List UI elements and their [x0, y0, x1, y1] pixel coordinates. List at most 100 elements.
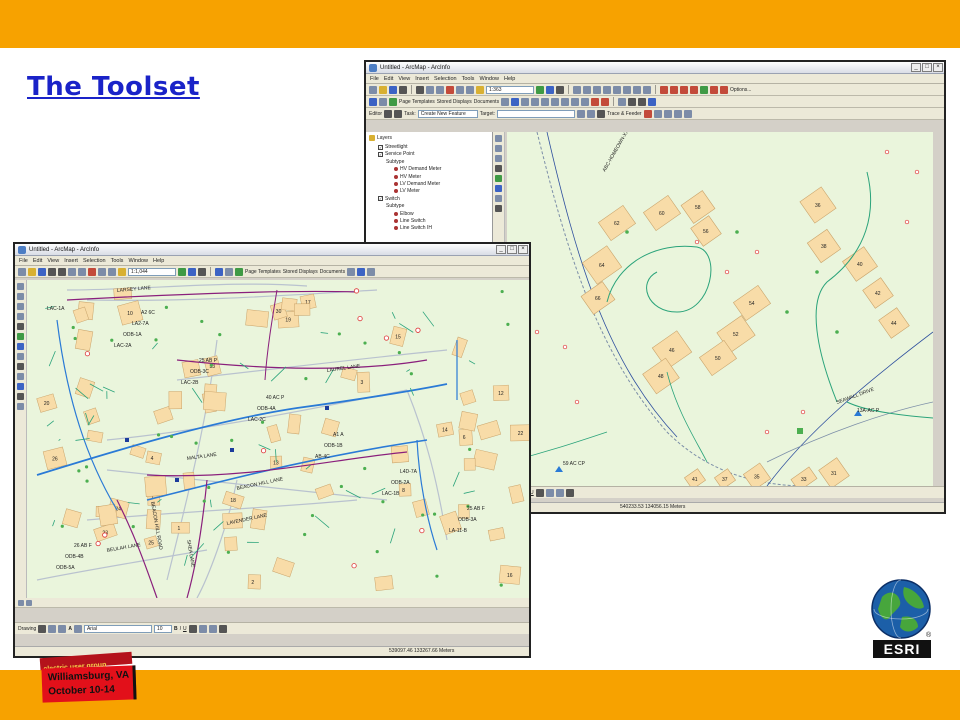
- pan-icon[interactable]: [495, 165, 502, 172]
- layout-view-icon[interactable]: [26, 599, 32, 606]
- maximize-button[interactable]: □: [507, 245, 517, 254]
- map-scale-combo[interactable]: 1:1,044: [128, 267, 176, 276]
- menu-file[interactable]: File: [370, 76, 379, 82]
- tool-icon[interactable]: [561, 97, 570, 106]
- menu-view[interactable]: View: [47, 258, 59, 264]
- map-canvas-back[interactable]: 62 60 58 56 64 66 54 52 50 46 48 36 38 40 42 44 33 31 35 37…: [507, 132, 933, 486]
- fixed-zoom-in-icon[interactable]: [17, 303, 24, 310]
- menu-insert[interactable]: Insert: [64, 258, 78, 264]
- font-color-icon[interactable]: [535, 488, 544, 497]
- toc-item[interactable]: Elbow: [394, 211, 414, 217]
- copy-icon[interactable]: [426, 85, 434, 94]
- stored-displays-button[interactable]: Stored Displays: [437, 99, 472, 105]
- undo-icon[interactable]: [456, 85, 464, 94]
- tool-icon[interactable]: [603, 85, 611, 94]
- options-button[interactable]: Options...: [730, 87, 751, 93]
- tool-icon[interactable]: [551, 97, 560, 106]
- toc-item[interactable]: ✓ Switch: [378, 196, 400, 202]
- rectangle-icon[interactable]: [58, 624, 67, 633]
- tool-icon[interactable]: [573, 85, 581, 94]
- toc-item[interactable]: Subtype: [386, 203, 404, 209]
- full-extent-icon[interactable]: [17, 333, 24, 340]
- tool-icon[interactable]: [593, 85, 601, 94]
- font-size-combo[interactable]: 10: [153, 624, 172, 633]
- line-color-icon[interactable]: [208, 624, 217, 633]
- back-extent-icon[interactable]: [495, 185, 502, 192]
- maximize-button[interactable]: □: [922, 63, 932, 72]
- menu-help[interactable]: Help: [153, 258, 164, 264]
- arctoolbox-icon[interactable]: [188, 267, 196, 276]
- tool-icon[interactable]: [235, 267, 243, 276]
- data-view-icon[interactable]: [18, 599, 24, 606]
- tool-icon[interactable]: [225, 267, 233, 276]
- toc-item[interactable]: ✓ Streetlight: [378, 144, 408, 150]
- print-icon[interactable]: [399, 85, 407, 94]
- fixed-zoom-icon[interactable]: [495, 155, 502, 162]
- map-scale-combo[interactable]: 1:363: [486, 85, 534, 94]
- tool-icon[interactable]: [389, 97, 397, 106]
- paste-icon[interactable]: [436, 85, 444, 94]
- delete-icon[interactable]: [446, 85, 454, 94]
- delete-icon[interactable]: [88, 267, 96, 276]
- select-icon[interactable]: [215, 267, 223, 276]
- tool-icon[interactable]: [648, 97, 657, 106]
- layer-checkbox[interactable]: ✓: [378, 196, 383, 202]
- zoom-out-icon[interactable]: [17, 293, 24, 300]
- tool-icon[interactable]: [597, 109, 606, 118]
- menu-tools[interactable]: Tools: [111, 258, 124, 264]
- layer-checkbox[interactable]: ✓: [378, 144, 383, 150]
- documents-button[interactable]: Documents: [474, 99, 499, 105]
- documents-button[interactable]: Documents: [320, 269, 345, 275]
- tool-icon[interactable]: [347, 267, 356, 276]
- tool-icon[interactable]: [357, 267, 366, 276]
- slide-title[interactable]: The Toolset: [27, 72, 200, 102]
- full-extent-icon[interactable]: [495, 175, 502, 182]
- menu-window[interactable]: Window: [479, 76, 499, 82]
- text-tool-icon[interactable]: A: [68, 626, 72, 632]
- network-tool-icon[interactable]: [700, 85, 708, 94]
- new-icon[interactable]: [369, 85, 377, 94]
- tool-icon[interactable]: [571, 97, 580, 106]
- tool-icon[interactable]: [643, 109, 652, 118]
- menu-view[interactable]: View: [398, 76, 410, 82]
- tool-icon[interactable]: [583, 85, 591, 94]
- network-tool-icon[interactable]: [690, 85, 698, 94]
- tool-icon[interactable]: [623, 85, 631, 94]
- menu-insert[interactable]: Insert: [415, 76, 429, 82]
- paste-icon[interactable]: [78, 267, 86, 276]
- find-icon[interactable]: [17, 373, 24, 380]
- window-titlebar[interactable]: Untitled - ArcMap - ArcInfo _ □ ×: [366, 62, 944, 74]
- network-tool-icon[interactable]: [710, 85, 718, 94]
- help-icon[interactable]: [556, 85, 564, 94]
- pan-icon[interactable]: [17, 323, 24, 330]
- cut-icon[interactable]: [416, 85, 424, 94]
- close-button[interactable]: ×: [933, 63, 943, 72]
- undo-icon[interactable]: [98, 267, 106, 276]
- tool-icon[interactable]: [613, 85, 621, 94]
- map-view-front[interactable]: 1319171023456891214151617182022232425263…: [27, 280, 529, 598]
- tool-icon[interactable]: [367, 267, 376, 276]
- fill-color-icon[interactable]: [545, 488, 554, 497]
- fill-color-icon[interactable]: [198, 624, 207, 633]
- minimize-button[interactable]: _: [911, 63, 921, 72]
- toc-item[interactable]: Subtype: [386, 159, 404, 165]
- editor-toolbar-icon[interactable]: [536, 85, 544, 94]
- network-tool-icon[interactable]: [720, 85, 728, 94]
- menu-file[interactable]: File: [19, 258, 28, 264]
- stored-displays-button[interactable]: Stored Displays: [283, 269, 318, 275]
- tool-icon[interactable]: [653, 109, 662, 118]
- redo-icon[interactable]: [466, 85, 474, 94]
- help-icon[interactable]: [198, 267, 206, 276]
- add-data-icon[interactable]: [118, 267, 126, 276]
- menu-tools[interactable]: Tools: [462, 76, 475, 82]
- network-tool-icon[interactable]: [680, 85, 688, 94]
- back-extent-icon[interactable]: [17, 343, 24, 350]
- tool-icon[interactable]: [501, 97, 510, 106]
- print-icon[interactable]: [48, 267, 56, 276]
- task-combo[interactable]: Create New Feature: [417, 109, 478, 118]
- target-combo[interactable]: [497, 109, 576, 118]
- cut-icon[interactable]: [58, 267, 66, 276]
- line-color-icon[interactable]: [555, 488, 564, 497]
- tool-icon[interactable]: [601, 97, 610, 106]
- save-icon[interactable]: [38, 267, 46, 276]
